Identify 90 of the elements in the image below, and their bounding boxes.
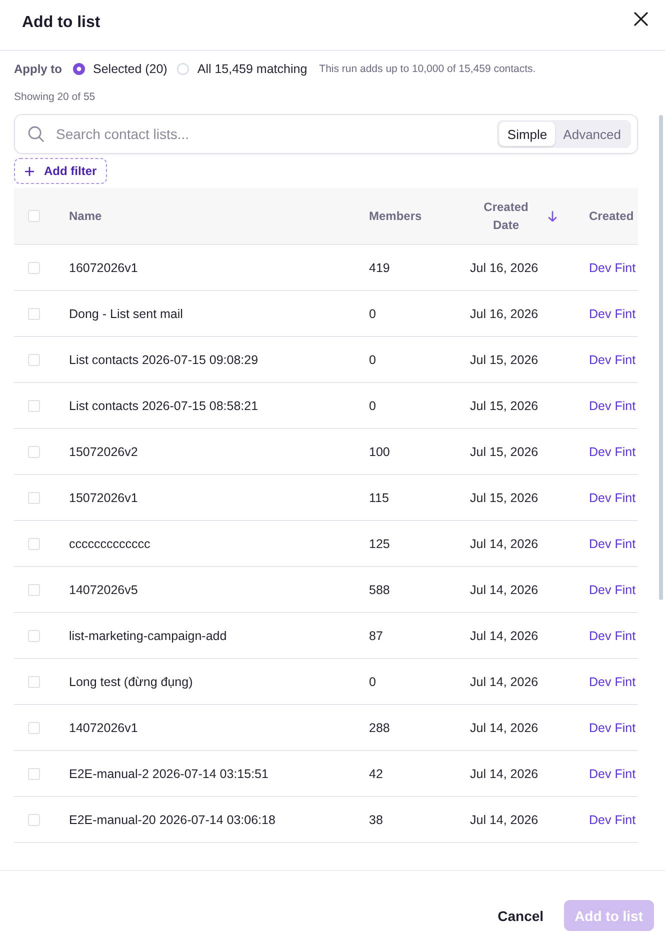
- row-checkbox[interactable]: [28, 630, 40, 642]
- apply-to-label: Apply to: [14, 62, 62, 76]
- creator-link[interactable]: Dev Fint: [589, 628, 636, 642]
- created-date: Jul 14, 2026: [470, 582, 538, 596]
- search-field[interactable]: Search contact lists... Simple Advanced: [14, 114, 638, 154]
- search-input[interactable]: Search contact lists...: [56, 115, 486, 153]
- created-date: Jul 14, 2026: [470, 766, 538, 780]
- creator-link[interactable]: Dev Fint: [589, 352, 636, 366]
- creator-link[interactable]: Dev Fint: [589, 444, 636, 458]
- row-checkbox[interactable]: [28, 308, 40, 320]
- created-date: Jul 15, 2026: [470, 444, 538, 458]
- row-checkbox[interactable]: [28, 446, 40, 458]
- close-button[interactable]: [631, 9, 651, 29]
- created-date: Jul 14, 2026: [470, 536, 538, 550]
- row-checkbox[interactable]: [28, 722, 40, 734]
- member-count: 38: [369, 812, 383, 826]
- created-date: Jul 15, 2026: [470, 352, 538, 366]
- arrow-down-icon[interactable]: [548, 210, 557, 222]
- member-count: 288: [369, 720, 390, 734]
- creator-link[interactable]: Dev Fint: [589, 306, 636, 320]
- member-count: 0: [369, 674, 376, 688]
- list-name: Long test (đừng đụng): [69, 674, 193, 688]
- row-checkbox[interactable]: [28, 584, 40, 596]
- scrollbar-thumb[interactable]: [659, 115, 663, 600]
- created-date: Jul 14, 2026: [470, 720, 538, 734]
- member-count: 87: [369, 628, 383, 642]
- list-name: 14072026v5: [69, 582, 138, 596]
- created-date: Jul 14, 2026: [470, 674, 538, 688]
- creator-link[interactable]: Dev Fint: [589, 720, 636, 734]
- created-date: Jul 14, 2026: [470, 812, 538, 826]
- dialog-title: Add to list: [22, 13, 100, 33]
- limit-note: This run adds up to 10,000 of 15,459 contacts.: [319, 63, 536, 75]
- member-count: 0: [369, 306, 376, 320]
- list-name: ccccccccccccc: [69, 536, 150, 550]
- column-header[interactable]: Created: [589, 207, 634, 225]
- created-date: Jul 15, 2026: [470, 398, 538, 412]
- mode-tab[interactable]: Advanced: [555, 122, 629, 146]
- member-count: 100: [369, 444, 390, 458]
- member-count: 588: [369, 582, 390, 596]
- result-count: Showing 20 of 55: [14, 90, 96, 104]
- add-filter-button[interactable]: Add filter: [14, 158, 107, 184]
- creator-link[interactable]: Dev Fint: [589, 766, 636, 780]
- row-checkbox[interactable]: [28, 354, 40, 366]
- creator-link[interactable]: Dev Fint: [589, 398, 636, 412]
- radio-option[interactable]: All 15,459 matching: [177, 62, 308, 76]
- row-checkbox[interactable]: [28, 768, 40, 780]
- radio-option[interactable]: Selected (20): [73, 62, 168, 76]
- member-count: 419: [369, 260, 390, 274]
- list-name: 14072026v1: [69, 720, 138, 734]
- list-name: List contacts 2026-07-15 08:58:21: [69, 398, 258, 412]
- member-count: 125: [369, 536, 390, 550]
- created-date: Jul 16, 2026: [470, 306, 538, 320]
- row-checkbox[interactable]: [28, 492, 40, 504]
- created-date: Jul 14, 2026: [470, 628, 538, 642]
- member-count: 115: [369, 490, 389, 504]
- creator-link[interactable]: Dev Fint: [589, 536, 636, 550]
- row-checkbox[interactable]: [28, 676, 40, 688]
- close-icon: [634, 12, 648, 26]
- list-name: 16072026v1: [69, 260, 138, 274]
- creator-link[interactable]: Dev Fint: [589, 490, 636, 504]
- mode-tab[interactable]: Simple: [499, 122, 556, 146]
- list-name: E2E-manual-20 2026-07-14 03:06:18: [69, 812, 276, 826]
- creator-link[interactable]: Dev Fint: [589, 260, 636, 274]
- list-name: 15072026v2: [69, 444, 138, 458]
- members-column-header[interactable]: Members: [369, 207, 422, 225]
- list-name: 15072026v1: [69, 490, 138, 504]
- creator-link[interactable]: Dev Fint: [589, 812, 636, 826]
- radio-icon[interactable]: [73, 63, 85, 75]
- row-checkbox[interactable]: [28, 538, 40, 550]
- created-date: Jul 16, 2026: [470, 260, 538, 274]
- row-checkbox[interactable]: [28, 814, 40, 826]
- search-icon: [28, 126, 44, 142]
- list-name: List contacts 2026-07-15 09:08:29: [69, 352, 258, 366]
- creator-link[interactable]: Dev Fint: [589, 582, 636, 596]
- plus-icon: [25, 166, 34, 176]
- row-checkbox[interactable]: [28, 400, 40, 412]
- member-count: 0: [369, 398, 376, 412]
- name-column-header[interactable]: Name: [69, 207, 102, 225]
- select-all-checkbox[interactable]: [28, 210, 40, 222]
- radio-icon[interactable]: [177, 63, 190, 75]
- created-date: Jul 15, 2026: [470, 490, 538, 504]
- cancel-button[interactable]: Cancel: [498, 900, 544, 931]
- list-name: Dong - List sent mail: [69, 306, 183, 320]
- list-name: list-marketing-campaign-add: [69, 628, 227, 642]
- creator-link[interactable]: Dev Fint: [589, 674, 636, 688]
- member-count: 0: [369, 352, 376, 366]
- date-column-header[interactable]: Created Date: [476, 198, 536, 234]
- member-count: 42: [369, 766, 383, 780]
- list-name: E2E-manual-2 2026-07-14 03:15:51: [69, 766, 268, 780]
- row-checkbox[interactable]: [28, 262, 40, 274]
